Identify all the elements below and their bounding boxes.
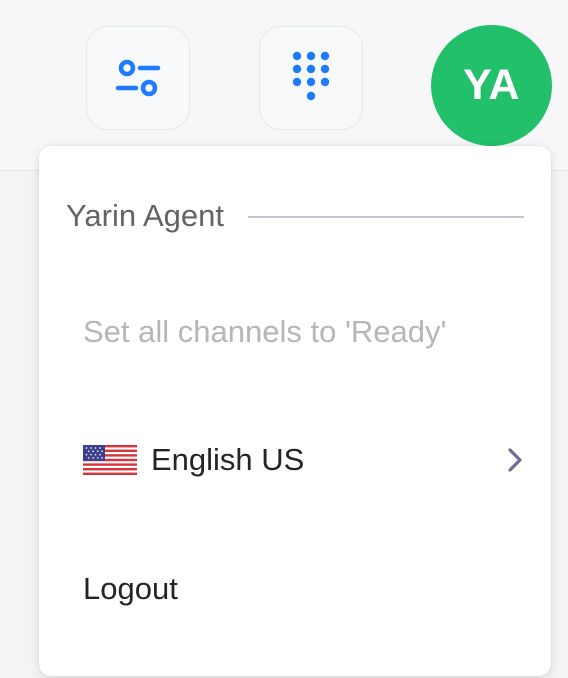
chevron-right-icon <box>508 448 522 472</box>
agent-name: Yarin Agent <box>66 198 224 233</box>
us-flag-icon <box>83 445 137 475</box>
set-all-ready-item[interactable]: Set all channels to 'Ready' <box>83 314 525 350</box>
dialpad-icon <box>292 51 330 101</box>
avatar-initials: YA <box>463 61 520 109</box>
logout-label: Logout <box>83 571 178 606</box>
language-label: English US <box>151 442 305 477</box>
header-divider <box>247 216 524 218</box>
logout-item[interactable]: Logout <box>83 571 525 607</box>
language-selector-item[interactable]: English US <box>83 442 525 478</box>
user-avatar[interactable]: YA <box>431 25 552 146</box>
menu-header: Yarin Agent <box>66 198 524 234</box>
filter-settings-icon <box>115 59 161 97</box>
set-all-ready-label: Set all channels to 'Ready' <box>83 314 447 349</box>
filter-settings-button[interactable] <box>86 26 190 130</box>
user-dropdown-menu: Yarin Agent Set all channels to 'Ready' <box>39 146 551 676</box>
dialpad-button[interactable] <box>259 26 363 130</box>
